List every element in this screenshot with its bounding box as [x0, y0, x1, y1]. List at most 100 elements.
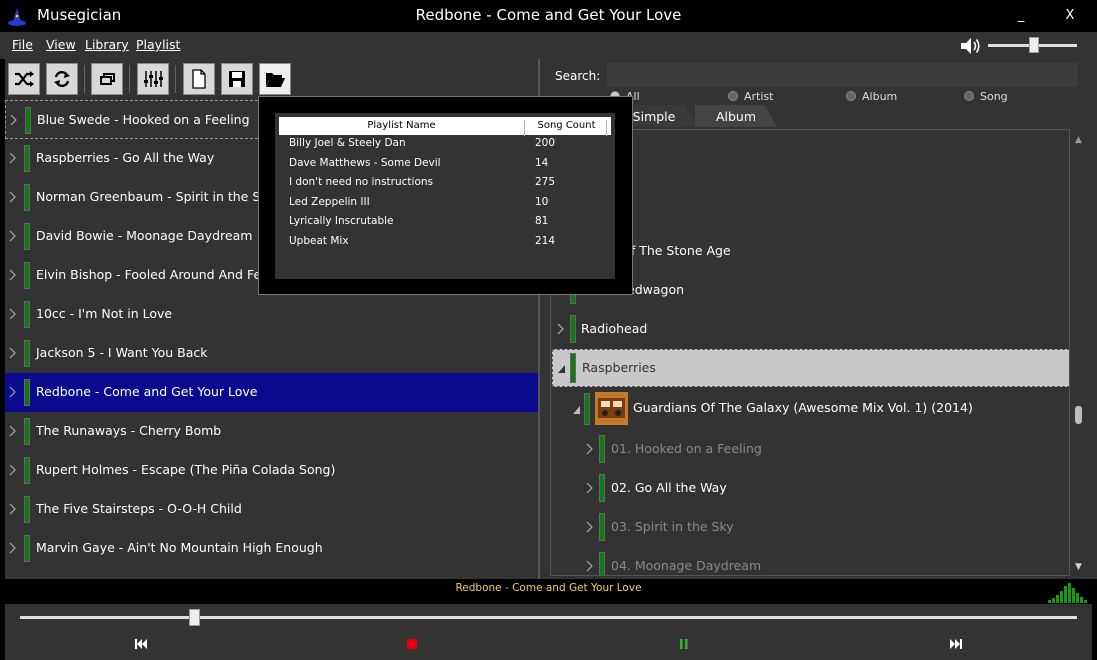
chevron-right-icon: [586, 482, 593, 494]
playlist-table: Playlist Name Song Count Billy Joel & St…: [275, 113, 615, 279]
chevron-right-icon: [9, 542, 16, 554]
next-track-icon[interactable]: [946, 634, 966, 654]
tree-node-label: Of The Stone Age: [621, 243, 731, 258]
playlist-item[interactable]: Marvin Gaye - Ain't No Mountain High Eno…: [5, 529, 538, 568]
tree-node-song[interactable]: 02. Go All the Way: [551, 470, 1069, 506]
col-playlist-name[interactable]: Playlist Name: [279, 120, 525, 136]
spectrum-bar: [1048, 600, 1051, 603]
scroll-down-icon[interactable]: ▼: [1075, 562, 1082, 572]
table-row[interactable]: I don't need no instructions 275: [289, 176, 609, 194]
chevron-right-icon: [586, 521, 593, 533]
playlist-item[interactable]: The Five Stairsteps - O-O-H Child: [5, 490, 538, 529]
now-playing-text: Redbone - Come and Get Your Love: [455, 582, 642, 594]
menu-view-label: View: [46, 37, 76, 52]
song-count-cell: 275: [535, 176, 556, 189]
playlist-name-cell: Lyrically Inscrutable: [289, 215, 394, 228]
spectrum-bar: [1056, 595, 1059, 603]
equalizer-button[interactable]: [137, 63, 169, 95]
wizard-logo-icon: [8, 8, 26, 26]
table-row[interactable]: Upbeat Mix 214: [289, 235, 609, 253]
volume-slider-thumb[interactable]: [1029, 37, 1040, 53]
playlist-item-bar: [25, 107, 31, 134]
search-input[interactable]: [607, 63, 1078, 87]
playlist-item-bar: [24, 535, 30, 562]
playlist-item-label: Raspberries - Go All the Way: [36, 150, 215, 165]
seek-thumb[interactable]: [189, 609, 201, 626]
menu-bar: File View Library Playlist: [0, 32, 1097, 59]
radio-artist[interactable]: Artist: [728, 90, 773, 103]
playlist-item-label: Norman Greenbaum - Spirit in the Sky: [36, 189, 275, 204]
new-playlist-button[interactable]: [183, 63, 215, 95]
restore-window-button[interactable]: [91, 63, 123, 95]
playlist-item-bar: [24, 496, 30, 523]
playlist-item[interactable]: Redbone - Come and Get Your Love: [5, 373, 538, 412]
table-row[interactable]: Lyrically Inscrutable 81: [289, 215, 609, 233]
playlist-item-label: Marvin Gaye - Ain't No Mountain High Eno…: [36, 540, 323, 555]
song-count-cell: 200: [535, 137, 556, 149]
tab-album[interactable]: Album: [695, 105, 777, 127]
playlist-item[interactable]: Rupert Holmes - Escape (The Piña Colada …: [5, 451, 538, 490]
playlist-name-cell: I don't need no instructions: [289, 176, 434, 189]
tree-node-song[interactable]: 03. Spirit in the Sky: [551, 509, 1069, 545]
playlist-item[interactable]: The Runaways - Cherry Bomb: [5, 412, 538, 451]
song-count-cell: 214: [535, 235, 556, 247]
tree-node-bar: [570, 315, 576, 343]
radio-artist-dot: [728, 91, 738, 101]
previous-track-icon[interactable]: [131, 634, 151, 654]
tab-album-label: Album: [715, 109, 757, 124]
tree-node-raspberries[interactable]: Raspberries: [552, 349, 1069, 387]
menu-library[interactable]: Library: [85, 37, 129, 52]
playlist-item-label: Jackson 5 - I Want You Back: [36, 345, 208, 360]
pause-icon[interactable]: [674, 634, 694, 654]
tree-node-label: Guardians Of The Galaxy (Awesome Mix Vol…: [633, 400, 973, 415]
tab-simple-label: Simple: [632, 109, 676, 124]
radio-album[interactable]: Album: [846, 90, 897, 103]
seek-track[interactable]: [20, 616, 1077, 619]
chevron-down-icon: [573, 406, 580, 414]
tree-node-song[interactable]: 01. Hooked on a Feeling: [551, 431, 1069, 467]
tree-node-label: Raspberries: [582, 360, 656, 375]
toolbar-separator: [84, 65, 85, 93]
minimize-button[interactable]: _: [1009, 4, 1033, 28]
equalizer-icon: [144, 71, 163, 87]
app-name: Musegician: [37, 6, 122, 24]
library-scrollbar[interactable]: ▲ ▼: [1071, 129, 1087, 576]
repeat-button[interactable]: [46, 63, 78, 95]
tree-node-radiohead[interactable]: Radiohead: [551, 311, 1069, 347]
playlist-item-bar: [24, 340, 30, 367]
song-count-cell: 14: [535, 156, 549, 169]
table-row[interactable]: Billy Joel & Steely Dan 200: [289, 137, 609, 155]
save-playlist-button[interactable]: [221, 63, 253, 95]
open-folder-icon: [266, 73, 285, 87]
tree-node-song[interactable]: 04. Moonage Daydream: [551, 548, 1069, 575]
tree-node-bar: [599, 513, 605, 541]
playlist-item-label: The Five Stairsteps - O-O-H Child: [36, 501, 242, 516]
chevron-right-icon: [9, 386, 16, 398]
radio-song[interactable]: Song: [964, 90, 1008, 103]
chevron-right-icon: [9, 152, 16, 164]
stop-icon[interactable]: [402, 634, 422, 654]
menu-file[interactable]: File: [12, 37, 33, 52]
playlist-name-cell: Led Zeppelin III: [289, 195, 370, 208]
scroll-thumb[interactable]: [1075, 406, 1082, 424]
menu-playlist[interactable]: Playlist: [136, 37, 180, 52]
col-song-count[interactable]: Song Count: [527, 120, 607, 136]
chevron-right-icon: [586, 443, 593, 455]
playlist-item[interactable]: 10cc - I'm Not in Love: [5, 295, 538, 334]
volume-icon[interactable]: [960, 37, 982, 55]
song-count-cell: 10: [535, 195, 549, 208]
table-row[interactable]: Dave Matthews - Some Devil 14: [289, 157, 609, 175]
playlist-item-bar: [24, 418, 30, 445]
load-playlist-button[interactable]: [259, 63, 291, 95]
close-button[interactable]: X: [1058, 4, 1082, 28]
menu-view[interactable]: View: [46, 37, 76, 52]
chevron-right-icon: [557, 323, 564, 335]
playlist-item[interactable]: Jackson 5 - I Want You Back: [5, 334, 538, 373]
tree-node-album[interactable]: Guardians Of The Galaxy (Awesome Mix Vol…: [551, 389, 1069, 429]
scroll-up-icon[interactable]: ▲: [1075, 135, 1082, 145]
playlist-item-bar: [24, 145, 30, 172]
load-playlist-popup: Playlist Name Song Count Billy Joel & St…: [258, 96, 633, 295]
shuffle-button[interactable]: [8, 63, 40, 95]
radio-song-dot: [964, 91, 974, 101]
table-row[interactable]: Led Zeppelin III 10: [289, 196, 609, 214]
